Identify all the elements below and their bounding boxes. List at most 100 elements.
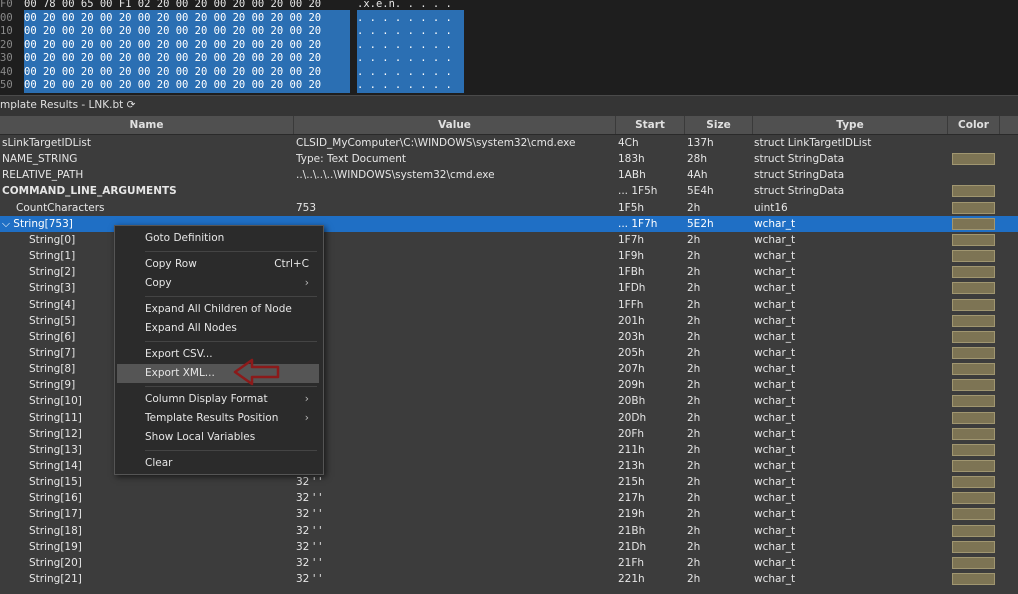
row-type: wchar_t	[754, 573, 796, 586]
color-swatch[interactable]	[952, 217, 995, 230]
color-swatch[interactable]	[952, 346, 995, 359]
color-swatch[interactable]	[952, 298, 995, 311]
color-swatch[interactable]	[952, 233, 995, 246]
row-start: 209h	[618, 379, 645, 392]
row-start: 217h	[618, 492, 645, 505]
color-swatch[interactable]	[952, 330, 995, 343]
table-row[interactable]: String[15] 32 ' ' 215h 2h wchar_t	[0, 474, 1018, 490]
column-header-name[interactable]: Name	[0, 116, 294, 134]
row-start: 213h	[618, 460, 645, 472]
row-value: 32 ' '	[296, 492, 322, 505]
hex-ascii[interactable]: . . . . . . . .	[357, 77, 464, 93]
table-row[interactable]: COMMAND_LINE_ARGUMENTS ... 1F5h 5E4h struct…	[0, 183, 1018, 199]
row-type: wchar_t	[754, 250, 796, 263]
column-header-size[interactable]: Size	[685, 116, 753, 134]
color-swatch[interactable]	[952, 411, 995, 424]
row-size: 5E4h	[687, 185, 714, 198]
menu-item-show-local-variables[interactable]: Show Local Variables	[117, 428, 319, 447]
hex-bytes[interactable]: 00 20 00 20 00 20 00 20 00 20 00 20 00 2…	[24, 77, 350, 93]
row-size: 2h	[687, 314, 701, 327]
row-size: 4Ah	[687, 169, 708, 182]
table-row[interactable]: String[18] 32 ' ' 21Bh 2h wchar_t	[0, 523, 1018, 539]
row-value: CLSID_MyComputer\C:\WINDOWS\system32\cmd…	[296, 137, 576, 149]
color-swatch[interactable]	[952, 395, 995, 408]
color-swatch[interactable]	[952, 185, 995, 198]
row-name: COMMAND_LINE_ARGUMENTS	[2, 185, 177, 198]
row-size: 2h	[687, 379, 701, 392]
color-swatch[interactable]	[952, 508, 995, 521]
table-row[interactable]: RELATIVE_PATH ..\..\..\..\WINDOWS\system3…	[0, 167, 1018, 183]
row-start: ... 1F5h	[618, 185, 658, 198]
color-swatch[interactable]	[952, 314, 995, 327]
column-header-start[interactable]: Start	[616, 116, 685, 134]
color-swatch[interactable]	[952, 540, 995, 553]
column-header-color[interactable]: Color	[948, 116, 1000, 134]
color-swatch[interactable]	[952, 492, 995, 505]
row-name: String[21]	[29, 573, 82, 586]
menu-item-expand-all-children-of-node[interactable]: Expand All Children of Node	[117, 300, 319, 319]
color-swatch[interactable]	[952, 427, 995, 440]
color-swatch[interactable]	[952, 573, 995, 586]
color-swatch[interactable]	[952, 153, 995, 166]
row-type: wchar_t	[754, 314, 796, 327]
color-swatch[interactable]	[952, 556, 995, 569]
row-size: 137h	[687, 137, 714, 149]
menu-item-expand-all-nodes[interactable]: Expand All Nodes	[117, 319, 319, 338]
table-row[interactable]: String[17] 32 ' ' 219h 2h wchar_t	[0, 506, 1018, 522]
menu-item-label: Template Results Position	[145, 412, 279, 424]
color-swatch[interactable]	[952, 443, 995, 456]
row-value: 32 ' '	[296, 556, 322, 569]
menu-item-label: Export CSV...	[145, 348, 213, 360]
row-value: 753	[296, 201, 317, 214]
row-type: wchar_t	[754, 233, 796, 246]
row-start: 20Bh	[618, 395, 646, 408]
table-row[interactable]: NAME_STRING Type: Text Document 183h 28h str…	[0, 151, 1018, 167]
menu-item-copy-row[interactable]: Copy Row Ctrl+C	[117, 255, 319, 274]
table-row[interactable]: String[21] 32 ' ' 221h 2h wchar_t	[0, 571, 1018, 587]
color-swatch[interactable]	[952, 524, 995, 537]
row-start: 1FDh	[618, 282, 646, 295]
row-type: wchar_t	[754, 395, 796, 408]
table-row[interactable]: String[19] 32 ' ' 21Dh 2h wchar_t	[0, 539, 1018, 555]
row-value: 32 ' '	[296, 540, 322, 553]
menu-item-column-display-format[interactable]: Column Display Format ›	[117, 390, 319, 409]
table-row[interactable]: sLinkTargetIDList CLSID_MyComputer\C:\WIN…	[0, 135, 1018, 151]
menu-item-label: Copy	[145, 277, 172, 289]
color-swatch[interactable]	[952, 379, 995, 392]
color-swatch[interactable]	[952, 476, 995, 489]
row-name: sLinkTargetIDList	[2, 137, 91, 149]
menu-separator	[145, 386, 317, 387]
color-swatch[interactable]	[952, 460, 995, 472]
row-value	[296, 442, 614, 458]
menu-item-goto-definition[interactable]: Goto Definition	[117, 229, 319, 248]
table-row[interactable]: String[16] 32 ' ' 217h 2h wchar_t	[0, 490, 1018, 506]
color-swatch[interactable]	[952, 266, 995, 279]
row-start: 1FBh	[618, 266, 645, 279]
column-header-value[interactable]: Value	[294, 116, 616, 134]
menu-item-export-csv[interactable]: Export CSV...	[117, 345, 319, 364]
row-name: String[15]	[29, 476, 82, 489]
menu-item-clear[interactable]: Clear	[117, 454, 319, 473]
row-start: 207h	[618, 363, 645, 376]
row-start: 4Ch	[618, 137, 639, 149]
row-start: 183h	[618, 153, 645, 166]
row-value	[296, 313, 614, 329]
row-size: 2h	[687, 411, 701, 424]
color-swatch[interactable]	[952, 282, 995, 295]
row-size: 2h	[687, 250, 701, 263]
row-start: ... 1F7h	[618, 217, 658, 230]
chevron-right-icon: ›	[304, 393, 309, 405]
row-start: 201h	[618, 314, 645, 327]
table-row[interactable]: String[20] 32 ' ' 21Fh 2h wchar_t	[0, 555, 1018, 571]
hex-editor-view[interactable]: F0 00 78 00 65 00 F1 02 20 00 20 00 20 00…	[0, 0, 1018, 95]
row-size: 2h	[687, 573, 701, 586]
color-swatch[interactable]	[952, 363, 995, 376]
row-size: 2h	[687, 460, 701, 472]
table-row[interactable]: CountCharacters 753 1F5h 2h uint16	[0, 200, 1018, 216]
column-header-type[interactable]: Type	[753, 116, 948, 134]
menu-item-template-results-position[interactable]: Template Results Position ›	[117, 409, 319, 428]
menu-item-copy[interactable]: Copy ›	[117, 274, 319, 293]
menu-item-export-xml[interactable]: Export XML...	[117, 364, 319, 383]
color-swatch[interactable]	[952, 201, 995, 214]
color-swatch[interactable]	[952, 250, 995, 263]
